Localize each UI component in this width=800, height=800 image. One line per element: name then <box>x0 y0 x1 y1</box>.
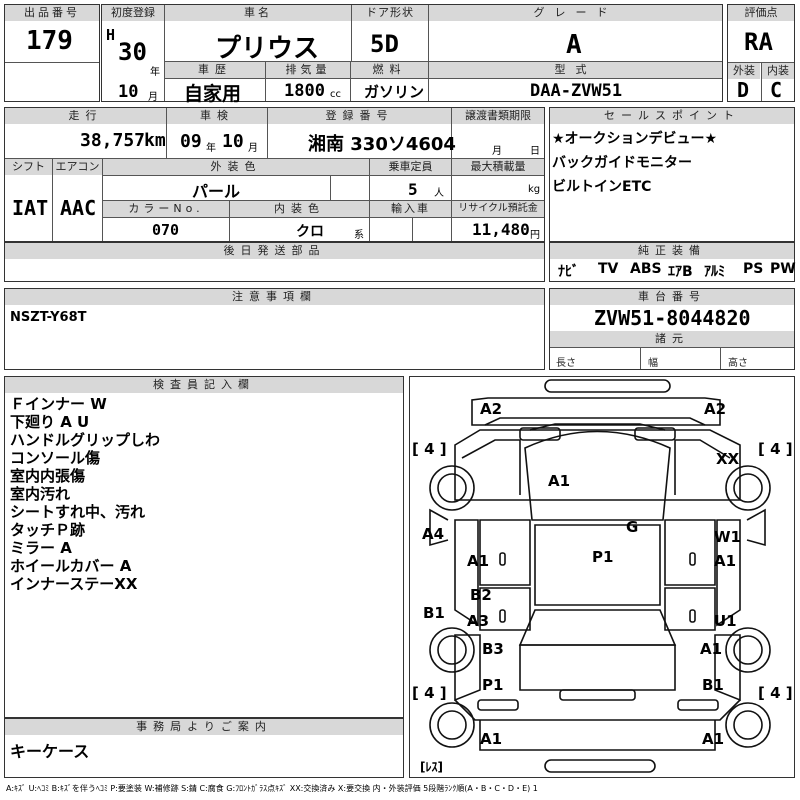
damage-mark: A1 <box>700 640 723 658</box>
legend: A:ｷｽﾞ U:ﾍｺﾐ B:ｷｽﾞを伴うﾍｺﾐ P:要塗装 W:補修跡 S:錆 … <box>6 784 538 793</box>
damage-mark: B3 <box>482 640 504 658</box>
damage-mark: U1 <box>714 612 737 630</box>
damage-mark: P1 <box>482 676 504 694</box>
damage-mark: A1 <box>467 552 490 570</box>
tire-depth-mark: [ 4 ] <box>412 440 447 458</box>
damage-mark: A1 <box>702 730 725 748</box>
damage-mark: A2 <box>480 400 503 418</box>
rest-label: [ﾚｽ] <box>420 760 443 774</box>
damage-mark: W1 <box>714 528 741 546</box>
tire-depth-mark: [ 4 ] <box>412 684 447 702</box>
car-diagram <box>429 379 771 773</box>
damage-mark: XX <box>716 450 740 468</box>
damage-mark: P1 <box>592 548 614 566</box>
damage-mark: A1 <box>548 472 571 490</box>
damage-mark: A1 <box>480 730 503 748</box>
damage-mark: G <box>626 518 639 536</box>
tire-depth-mark: [ 4 ] <box>758 684 793 702</box>
tire-depth-mark: [ 4 ] <box>758 440 793 458</box>
damage-mark: B2 <box>470 586 492 604</box>
damage-mark: A1 <box>714 552 737 570</box>
damage-mark: A4 <box>422 525 445 543</box>
damage-mark: B1 <box>702 676 724 694</box>
auction-sheet: 出品番号 179 初度登録 車名 ドア形状 グレード H 30 年 プリウス 5… <box>0 0 800 800</box>
damage-mark: A3 <box>467 612 490 630</box>
damage-mark: A2 <box>704 400 727 418</box>
damage-mark: B1 <box>423 604 445 622</box>
